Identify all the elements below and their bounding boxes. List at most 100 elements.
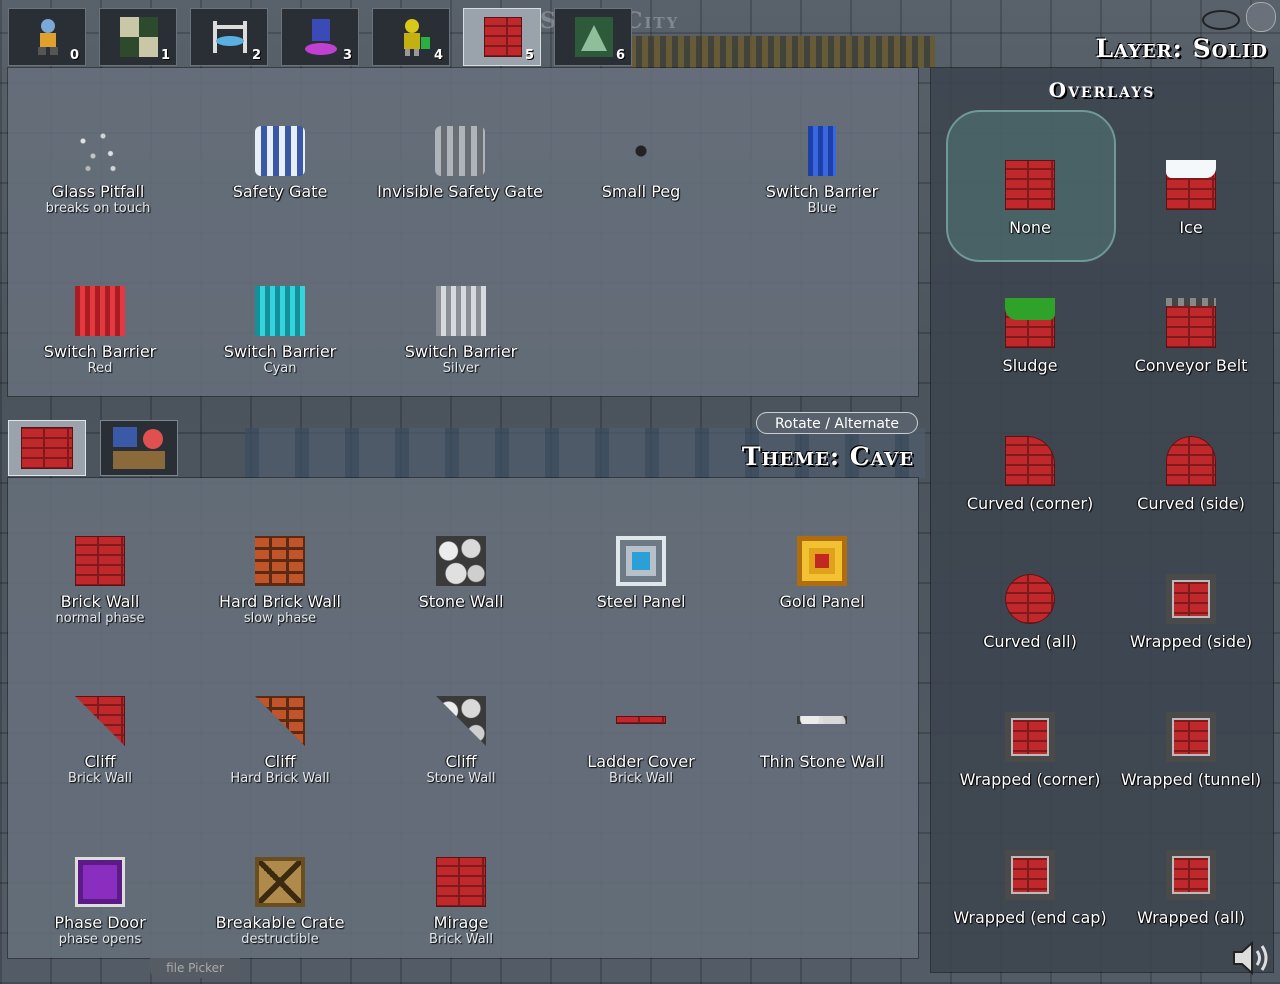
background-icon	[575, 17, 613, 57]
overlay-sludge[interactable]: Sludge	[945, 298, 1115, 375]
tab-number: 1	[160, 48, 170, 63]
overlay-wrapped-side-icon	[1166, 574, 1216, 624]
tab-player[interactable]: 0	[8, 8, 86, 66]
wall-tiles-icon	[21, 427, 73, 469]
tile-steel-panel[interactable]: Steel Panel	[551, 536, 731, 611]
visibility-icon[interactable]	[1202, 10, 1240, 30]
tile-ladder-cover[interactable]: Ladder Cover Brick Wall	[551, 696, 731, 786]
tab-number: 4	[433, 48, 443, 63]
tile-invisible-safety-gate[interactable]: Invisible Safety Gate	[370, 126, 550, 201]
tile-label: Hard Brick Wall	[218, 592, 341, 611]
tile-brick-wall[interactable]: Brick Wall normal phase	[10, 536, 190, 626]
level-background-strip	[630, 36, 935, 68]
tile-mirage[interactable]: Mirage Brick Wall	[371, 857, 551, 947]
tab-enemies[interactable]: 4	[372, 8, 450, 66]
overlay-curved-side[interactable]: Curved (side)	[1106, 436, 1276, 513]
overlay-wrapped-corner[interactable]: Wrapped (corner)	[945, 712, 1115, 789]
terrain-icon	[120, 17, 158, 57]
tile-sublabel: Brick Wall	[68, 771, 132, 786]
overlay-ice[interactable]: Ice	[1106, 160, 1276, 237]
tile-switch-barrier-silver[interactable]: Switch Barrier Silver	[371, 286, 551, 376]
tile-sublabel: phase opens	[58, 932, 142, 947]
overlays-title: Overlays	[1048, 78, 1156, 102]
overlay-curved-corner-icon	[1005, 436, 1055, 486]
cliff-stone-icon	[436, 696, 486, 746]
file-picker-tab[interactable]: file Picker	[150, 958, 240, 978]
platform-icon	[213, 21, 247, 53]
theme-title: Theme: Cave	[741, 442, 914, 471]
tile-switch-barrier-red[interactable]: Switch Barrier Red	[10, 286, 190, 376]
tile-label: Brick Wall	[60, 592, 140, 611]
tile-label: Safety Gate	[232, 182, 328, 201]
tab-wall-tiles[interactable]	[8, 420, 86, 476]
overlay-label: Wrapped (end cap)	[953, 908, 1107, 927]
tab-platforms[interactable]: 2	[190, 8, 268, 66]
tile-label: Steel Panel	[596, 592, 686, 611]
tile-glass-pitfall[interactable]: Glass Pitfall breaks on touch	[8, 126, 188, 216]
tile-sublabel: destructible	[241, 932, 319, 947]
overlay-none[interactable]: None	[945, 160, 1115, 237]
tile-thin-stone-wall[interactable]: Thin Stone Wall	[732, 696, 912, 771]
tile-label: Stone Wall	[418, 592, 504, 611]
overlay-wrapped-tunnel[interactable]: Wrapped (tunnel)	[1106, 712, 1276, 789]
overlay-wrapped-side[interactable]: Wrapped (side)	[1106, 574, 1276, 651]
tile-hard-brick-wall[interactable]: Hard Brick Wall slow phase	[190, 536, 370, 626]
tile-label: Cliff	[84, 752, 116, 771]
tile-safety-gate[interactable]: Safety Gate	[190, 126, 370, 201]
cliff-brick-icon	[75, 696, 125, 746]
tile-label: Cliff	[264, 752, 296, 771]
cliff-hard-brick-icon	[255, 696, 305, 746]
switch-barrier-silver-icon	[436, 286, 486, 336]
tile-label: Switch Barrier	[43, 342, 157, 361]
overlay-wrapped-all[interactable]: Wrapped (all)	[1106, 850, 1276, 927]
overlay-curved-all[interactable]: Curved (all)	[945, 574, 1115, 651]
tile-gold-panel[interactable]: Gold Panel	[732, 536, 912, 611]
overlay-label: Wrapped (side)	[1129, 632, 1253, 651]
rotate-alternate-button[interactable]: Rotate / Alternate	[756, 412, 918, 434]
tile-breakable-crate[interactable]: Breakable Crate destructible	[190, 857, 370, 947]
tile-sublabel: Stone Wall	[426, 771, 496, 786]
glass-pitfall-icon	[73, 126, 123, 176]
overlay-curved-side-icon	[1166, 436, 1216, 486]
tile-label: Phase Door	[54, 913, 146, 932]
tile-cliff-hard-brick-wall[interactable]: Cliff Hard Brick Wall	[190, 696, 370, 786]
gold-panel-icon	[797, 536, 847, 586]
overlay-label: None	[1009, 218, 1051, 237]
overlay-curved-all-icon	[1005, 574, 1055, 624]
tile-label: Switch Barrier	[765, 182, 879, 201]
tile-sublabel: slow phase	[243, 611, 317, 626]
overlay-label: Sludge	[1002, 356, 1058, 375]
tab-number: 5	[524, 48, 534, 63]
robot-icon	[404, 19, 430, 56]
overlay-wrapped-end-cap[interactable]: Wrapped (end cap)	[945, 850, 1115, 927]
tile-switch-barrier-blue[interactable]: Switch Barrier Blue	[732, 126, 912, 216]
tab-teleporters[interactable]: 3	[281, 8, 359, 66]
tile-sublabel: Brick Wall	[609, 771, 673, 786]
overlay-label: Conveyor Belt	[1134, 356, 1248, 375]
tile-stone-wall[interactable]: Stone Wall	[371, 536, 551, 611]
tile-label: Small Peg	[601, 182, 681, 201]
tile-phase-door[interactable]: Phase Door phase opens	[10, 857, 190, 947]
tile-label: Switch Barrier	[404, 342, 518, 361]
tab-backgrounds[interactable]: 6	[554, 8, 632, 66]
overlay-conveyor-belt[interactable]: Conveyor Belt	[1106, 298, 1276, 375]
tab-number: 2	[251, 48, 261, 63]
speaker-icon[interactable]	[1230, 938, 1274, 978]
brick-wall-icon	[75, 536, 125, 586]
tile-sublabel: Red	[87, 361, 113, 376]
tab-walls[interactable]: 5	[463, 8, 541, 66]
tile-switch-barrier-cyan[interactable]: Switch Barrier Cyan	[190, 286, 370, 376]
tab-wall-decorations[interactable]	[100, 420, 178, 476]
brick-icon	[484, 17, 522, 57]
overlay-wrapped-all-icon	[1166, 850, 1216, 900]
tile-small-peg[interactable]: Small Peg	[551, 126, 731, 201]
tile-label: Glass Pitfall	[51, 182, 145, 201]
tile-cliff-stone-wall[interactable]: Cliff Stone Wall	[371, 696, 551, 786]
thin-stone-wall-icon	[797, 716, 847, 724]
settings-icon[interactable]	[1246, 2, 1276, 32]
stone-wall-icon	[436, 536, 486, 586]
overlay-curved-corner[interactable]: Curved (corner)	[945, 436, 1115, 513]
tile-cliff-brick-wall[interactable]: Cliff Brick Wall	[10, 696, 190, 786]
tab-terrain[interactable]: 1	[99, 8, 177, 66]
invisible-safety-gate-icon	[435, 126, 485, 176]
